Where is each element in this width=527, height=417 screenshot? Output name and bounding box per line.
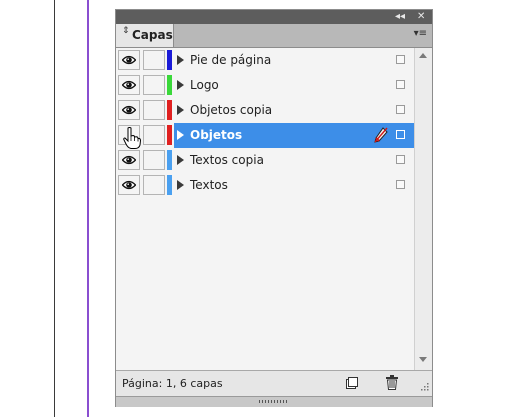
layer-name-cell[interactable]: Textos copia: [174, 148, 414, 173]
lock-toggle[interactable]: [143, 150, 165, 170]
layer-name-cell[interactable]: Objetos: [174, 123, 414, 148]
collapse-icon[interactable]: ◂◂: [395, 10, 405, 24]
layer-name-cell[interactable]: Logo: [174, 73, 414, 98]
panel-footer: Página: 1, 6 capas: [116, 370, 432, 397]
layer-name: Textos copia: [190, 153, 264, 167]
expand-triangle-icon[interactable]: [177, 55, 184, 65]
pen-icon: [374, 127, 388, 143]
eye-icon: [122, 105, 136, 115]
lock-toggle[interactable]: [143, 75, 165, 95]
visibility-toggle[interactable]: [118, 125, 141, 149]
layers-panel: ◂◂ ✕ ⇕ Capas ▾≡ Pie de página Logo Objetos…: [115, 9, 433, 407]
resize-grip-icon[interactable]: [419, 381, 429, 391]
status-text: Página: 1, 6 capas: [122, 377, 223, 390]
selection-target-box[interactable]: [396, 180, 405, 189]
expand-triangle-icon[interactable]: [177, 105, 184, 115]
close-icon[interactable]: ✕: [417, 10, 425, 24]
hand-cursor-icon: [123, 127, 141, 149]
layer-name-cell[interactable]: Objetos copia: [174, 98, 414, 123]
panel-bottom-handle[interactable]: [116, 396, 432, 407]
selection-target-box[interactable]: [396, 55, 405, 64]
panel-menu-icon[interactable]: ▾≡: [414, 28, 427, 39]
expand-triangle-icon[interactable]: [177, 180, 184, 190]
document-canvas: ◂◂ ✕ ⇕ Capas ▾≡ Pie de página Logo Objetos…: [0, 0, 527, 417]
scroll-up-icon[interactable]: [419, 53, 427, 58]
drag-grip-icon[interactable]: [259, 400, 289, 403]
layer-color-swatch: [167, 50, 172, 70]
selection-target-box[interactable]: [396, 80, 405, 89]
eye-icon: [122, 80, 136, 90]
layer-row[interactable]: Textos: [116, 173, 414, 198]
scrollbar[interactable]: [414, 48, 432, 370]
page-edge-line: [54, 0, 55, 417]
visibility-toggle[interactable]: [118, 50, 140, 70]
layer-row[interactable]: Objetos: [116, 123, 414, 149]
eye-icon: [122, 180, 136, 190]
margin-guide: [87, 0, 89, 417]
layer-color-swatch: [167, 175, 172, 195]
lock-toggle[interactable]: [143, 100, 165, 120]
layer-color-swatch: [167, 75, 172, 95]
scroll-down-icon[interactable]: [419, 357, 427, 362]
layer-name-cell[interactable]: Textos: [174, 173, 414, 198]
panel-titlebar[interactable]: ◂◂ ✕: [116, 10, 432, 24]
visibility-toggle[interactable]: [118, 175, 140, 195]
layer-list: Pie de página Logo Objetos copia Objetos Tex…: [116, 48, 414, 370]
trash-icon[interactable]: [386, 375, 398, 390]
tab-label: Capas: [132, 28, 173, 42]
layer-name-cell[interactable]: Pie de página: [174, 48, 414, 73]
layer-name: Textos: [190, 178, 228, 192]
layer-name: Objetos copia: [190, 103, 273, 117]
expand-triangle-icon[interactable]: [177, 155, 184, 165]
layer-name: Logo: [190, 78, 219, 92]
visibility-toggle[interactable]: [118, 150, 140, 170]
expand-triangle-icon[interactable]: [177, 80, 184, 90]
tab-arrows-icon: ⇕: [122, 26, 130, 36]
tab-capas[interactable]: ⇕ Capas: [116, 24, 174, 47]
selection-target-box[interactable]: [396, 155, 405, 164]
layer-color-swatch: [167, 100, 172, 120]
eye-icon: [122, 55, 136, 65]
visibility-toggle[interactable]: [118, 100, 140, 120]
eye-icon: [122, 155, 136, 165]
visibility-toggle[interactable]: [118, 75, 140, 95]
layer-row[interactable]: Pie de página: [116, 48, 414, 73]
lock-toggle[interactable]: [143, 175, 165, 195]
layer-name: Objetos: [190, 128, 243, 142]
layer-color-swatch: [167, 125, 172, 145]
selection-target-box[interactable]: [396, 105, 405, 114]
layer-row[interactable]: Logo: [116, 73, 414, 98]
layer-color-swatch: [167, 150, 172, 170]
new-layer-icon[interactable]: [346, 377, 358, 389]
expand-triangle-icon[interactable]: [177, 130, 184, 140]
layer-row[interactable]: Objetos copia: [116, 98, 414, 123]
lock-toggle[interactable]: [143, 50, 165, 70]
lock-toggle[interactable]: [143, 125, 165, 145]
layer-row[interactable]: Textos copia: [116, 148, 414, 173]
panel-tabbar: ⇕ Capas ▾≡: [116, 24, 432, 48]
layer-name: Pie de página: [190, 53, 272, 67]
selection-target-box[interactable]: [396, 130, 405, 139]
